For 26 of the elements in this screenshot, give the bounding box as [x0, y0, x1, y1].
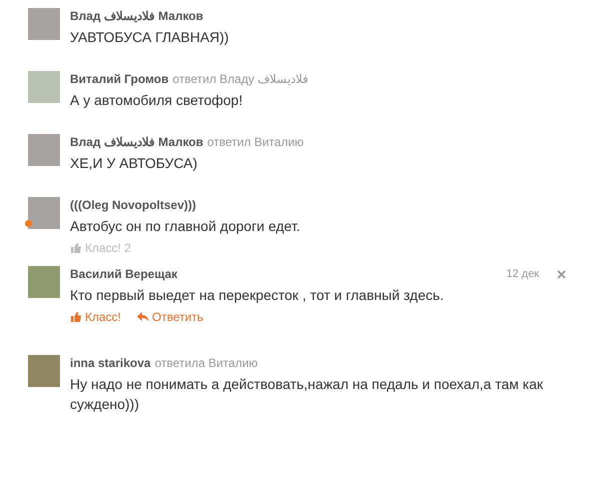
author-name[interactable]: Влад فلاديسلاف Малков [70, 8, 204, 24]
author-name[interactable]: Василий Верещак [70, 266, 178, 282]
author-name[interactable]: inna starikova [70, 355, 151, 371]
author-name[interactable]: Виталий Громов [70, 71, 169, 87]
avatar-photo[interactable] [28, 8, 60, 40]
comment-text: Ну надо не понимать а действовать,нажал на педаль и поехал,а там как суждено))) [70, 375, 544, 414]
reply-to-text: ответил Виталию [207, 134, 304, 150]
comment-text: ХЕ,И У АВТОБУСА) [70, 154, 198, 173]
avatar-photo[interactable] [28, 355, 60, 387]
thumbs-up-icon [70, 242, 82, 254]
comment-text: УАВТОБУСА ГЛАВНАЯ)) [70, 28, 230, 47]
close-icon[interactable] [557, 270, 566, 278]
comment-text: А у автомобиля светофор! [70, 91, 244, 110]
avatar-photo[interactable] [28, 197, 60, 229]
reply-to-text: ответил Владу فلاديسلاف [172, 71, 309, 87]
avatar-photo[interactable] [28, 134, 60, 166]
author-name[interactable]: (((Oleg Novopoltsev))) [70, 197, 196, 213]
avatar-photo[interactable] [28, 266, 60, 298]
comment-text: Автобус он по главной дороги едет. [70, 217, 302, 236]
comment-date: 12 дек [506, 267, 539, 282]
reply-arrow-icon [137, 312, 149, 322]
comment-text: Кто первый выедет на перекресток , тот и главный здесь. [70, 286, 445, 305]
author-name[interactable]: Влад فلاديسلاف Малков [70, 134, 204, 150]
reply-to-text: ответила Виталию [154, 355, 258, 371]
avatar-photo[interactable] [28, 71, 60, 103]
thumbs-up-icon [70, 311, 82, 323]
